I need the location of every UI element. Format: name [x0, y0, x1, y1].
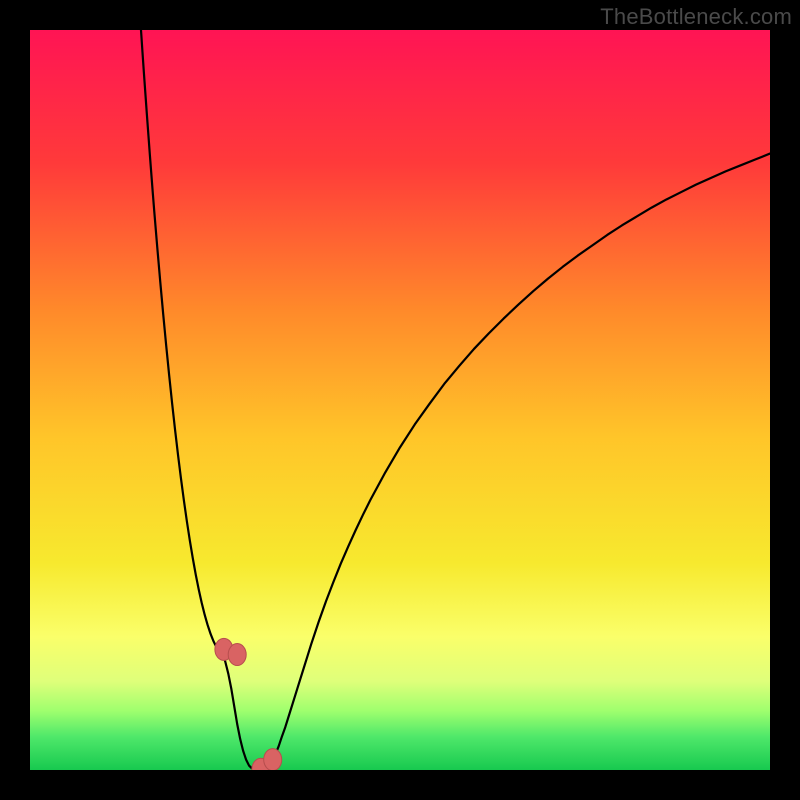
curve-marker	[264, 749, 282, 770]
bottleneck-chart	[30, 30, 770, 770]
curve-marker	[228, 644, 246, 666]
chart-frame	[30, 30, 770, 770]
chart-background-gradient	[30, 30, 770, 770]
watermark-text: TheBottleneck.com	[600, 4, 792, 30]
